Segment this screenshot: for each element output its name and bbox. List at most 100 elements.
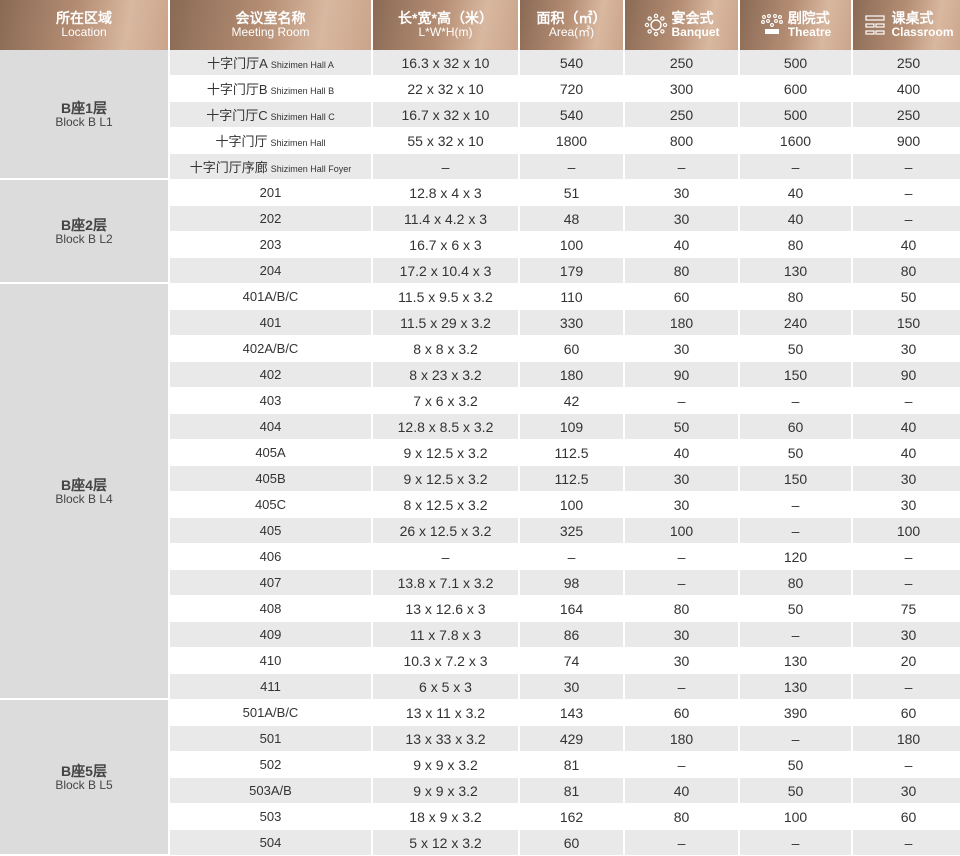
theatre-cell: 390: [740, 700, 851, 726]
room-name-cell: 403: [170, 388, 371, 414]
theatre-cell: 500: [740, 102, 851, 128]
theatre-cell: –: [740, 388, 851, 414]
dims-cell: 55 x 32 x 10: [373, 128, 518, 154]
room-name-zh: 403: [259, 393, 282, 408]
theatre-cell: –: [740, 726, 851, 752]
room-name-en: Shizimen Hall B: [270, 86, 335, 96]
header-banquet: 宴会式 Banquet: [625, 0, 738, 50]
room-name-cell: 409: [170, 622, 371, 648]
room-name-zh: 十字门厅C: [206, 108, 268, 123]
area-cell: 81: [520, 752, 623, 778]
theatre-cell: –: [740, 518, 851, 544]
room-name-cell: 501A/B/C: [170, 700, 371, 726]
room-name-cell: 十字门厅B Shizimen Hall B: [170, 76, 371, 102]
room-name-cell: 十字门厅A Shizimen Hall A: [170, 50, 371, 76]
theatre-cell: 1600: [740, 128, 851, 154]
banquet-cell: 100: [625, 518, 738, 544]
banquet-cell: –: [625, 544, 738, 570]
dims-cell: 18 x 9 x 3.2: [373, 804, 518, 830]
banquet-cell: 30: [625, 466, 738, 492]
room-name-zh: 204: [259, 263, 282, 278]
classroom-cell: 75: [853, 596, 960, 622]
classroom-cell: –: [853, 154, 960, 180]
room-name-zh: 504: [259, 835, 282, 850]
area-cell: –: [520, 154, 623, 180]
room-name-en: Shizimen Hall A: [270, 60, 334, 70]
classroom-cell: –: [853, 752, 960, 778]
classroom-cell: 30: [853, 336, 960, 362]
room-name-cell: 十字门厅C Shizimen Hall C: [170, 102, 371, 128]
room-name-zh: 501: [259, 731, 282, 746]
theatre-cell: 50: [740, 778, 851, 804]
theatre-cell: –: [740, 622, 851, 648]
room-name-cell: 204: [170, 258, 371, 284]
banquet-cell: 30: [625, 336, 738, 362]
room-name-cell: 407: [170, 570, 371, 596]
dims-cell: 12.8 x 4 x 3: [373, 180, 518, 206]
banquet-icon: [644, 13, 667, 37]
location-cell: B座1层 Block B L1: [0, 50, 168, 180]
dims-cell: 6 x 5 x 3: [373, 674, 518, 700]
dims-cell: 16.7 x 6 x 3: [373, 232, 518, 258]
theatre-cell: 80: [740, 570, 851, 596]
room-name-zh: 405A: [255, 445, 286, 460]
banquet-cell: 180: [625, 310, 738, 336]
table-row: B座2层 Block B L2 201 12.8 x 4 x 3 51 30 40–: [0, 180, 960, 284]
room-name-cell: 202: [170, 206, 371, 232]
room-name-cell: 405C: [170, 492, 371, 518]
classroom-cell: 40: [853, 232, 960, 258]
header-meeting-room: 会议室名称 Meeting Room: [170, 0, 371, 50]
room-name-cell: 411: [170, 674, 371, 700]
classroom-cell: –: [853, 570, 960, 596]
theatre-cell: 500: [740, 50, 851, 76]
area-cell: 48: [520, 206, 623, 232]
dims-cell: 16.3 x 32 x 10: [373, 50, 518, 76]
theatre-cell: 50: [740, 596, 851, 622]
header-location: 所在区域 Location: [0, 0, 168, 50]
room-name-en: Shizimen Hall: [270, 138, 326, 148]
room-name-cell: 410: [170, 648, 371, 674]
banquet-cell: 30: [625, 492, 738, 518]
banquet-cell: 180: [625, 726, 738, 752]
table-row: B座1层 Block B L1 十字门厅A Shizimen Hall A 16.3 x…: [0, 50, 960, 180]
dims-cell: 9 x 12.5 x 3.2: [373, 440, 518, 466]
location-zh: B座1层: [61, 99, 107, 116]
banquet-cell: 90: [625, 362, 738, 388]
dims-cell: –: [373, 544, 518, 570]
area-cell: 112.5: [520, 466, 623, 492]
room-name-zh: 402A/B/C: [242, 341, 299, 356]
header-classroom: 课桌式 Classroom: [853, 0, 960, 50]
dims-cell: 8 x 12.5 x 3.2: [373, 492, 518, 518]
theatre-cell: 60: [740, 414, 851, 440]
banquet-cell: 60: [625, 700, 738, 726]
area-cell: 109: [520, 414, 623, 440]
banquet-cell: 250: [625, 102, 738, 128]
banquet-cell: 300: [625, 76, 738, 102]
area-cell: 330: [520, 310, 623, 336]
classroom-cell: 40: [853, 414, 960, 440]
theatre-cell: 50: [740, 336, 851, 362]
dims-cell: 26 x 12.5 x 3.2: [373, 518, 518, 544]
room-name-cell: 十字门厅 Shizimen Hall: [170, 128, 371, 154]
table-row: B座5层 Block B L5 501A/B/C 13 x 11 x 3.2 143 60…: [0, 700, 960, 856]
area-cell: 143: [520, 700, 623, 726]
banquet-cell: –: [625, 154, 738, 180]
dims-cell: 9 x 9 x 3.2: [373, 752, 518, 778]
header-dimensions: 长*宽*高（米） L*W*H(m): [373, 0, 518, 50]
room-name-cell: 十字门厅序廊 Shizimen Hall Foyer: [170, 154, 371, 180]
banquet-cell: 40: [625, 778, 738, 804]
theatre-cell: 600: [740, 76, 851, 102]
area-cell: –: [520, 544, 623, 570]
dims-cell: 11.4 x 4.2 x 3: [373, 206, 518, 232]
classroom-cell: 90: [853, 362, 960, 388]
area-cell: 179: [520, 258, 623, 284]
banquet-cell: –: [625, 570, 738, 596]
room-name-cell: 502: [170, 752, 371, 778]
theatre-cell: 150: [740, 466, 851, 492]
room-name-zh: 408: [259, 601, 282, 616]
classroom-cell: 30: [853, 466, 960, 492]
classroom-cell: 40: [853, 440, 960, 466]
classroom-cell: 250: [853, 102, 960, 128]
area-cell: 86: [520, 622, 623, 648]
classroom-cell: 180: [853, 726, 960, 752]
